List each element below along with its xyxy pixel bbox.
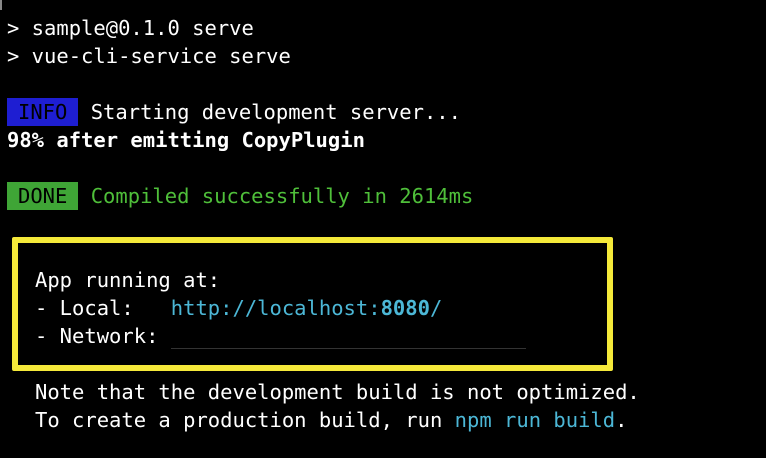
terminal-window[interactable]: > sample@0.1.0 serve > vue-cli-service s… [0, 0, 766, 458]
progress-line: 98% after emitting CopyPlugin [7, 128, 365, 152]
network-address-line: - Network: [35, 322, 526, 350]
info-message: Starting development server... [78, 100, 461, 124]
info-badge: INFO [7, 98, 79, 126]
network-label: - Network: [35, 324, 171, 348]
network-url-redacted [170, 325, 526, 349]
note-line-2-suffix: . [615, 408, 628, 432]
note-line-2: To create a production build, run npm ru… [35, 406, 627, 434]
local-url-suffix: / [429, 296, 443, 320]
note-line-2-prefix: To create a production build, run [35, 408, 455, 432]
local-url-port: 8080 [380, 296, 430, 320]
cursor-mark [0, 0, 2, 10]
local-label: - Local: [35, 296, 171, 320]
local-url-prefix: http://localhost: [170, 296, 381, 320]
done-line: DONE Compiled successfully in 2614ms [7, 182, 473, 210]
info-line: INFO Starting development server... [7, 98, 461, 126]
command-line-vue-cli-service: > vue-cli-service serve [7, 44, 291, 68]
npm-build-command: npm run build [454, 408, 616, 432]
done-badge: DONE [7, 182, 79, 210]
done-message: Compiled successfully in 2614ms [78, 184, 474, 208]
local-address-line: - Local: http://localhost:8080/ [35, 294, 442, 322]
local-url[interactable]: http://localhost:8080/ [171, 296, 443, 320]
note-line-1: Note that the development build is not o… [35, 380, 640, 404]
command-line-serve: > sample@0.1.0 serve [7, 16, 254, 40]
app-running-heading: App running at: [35, 268, 221, 292]
